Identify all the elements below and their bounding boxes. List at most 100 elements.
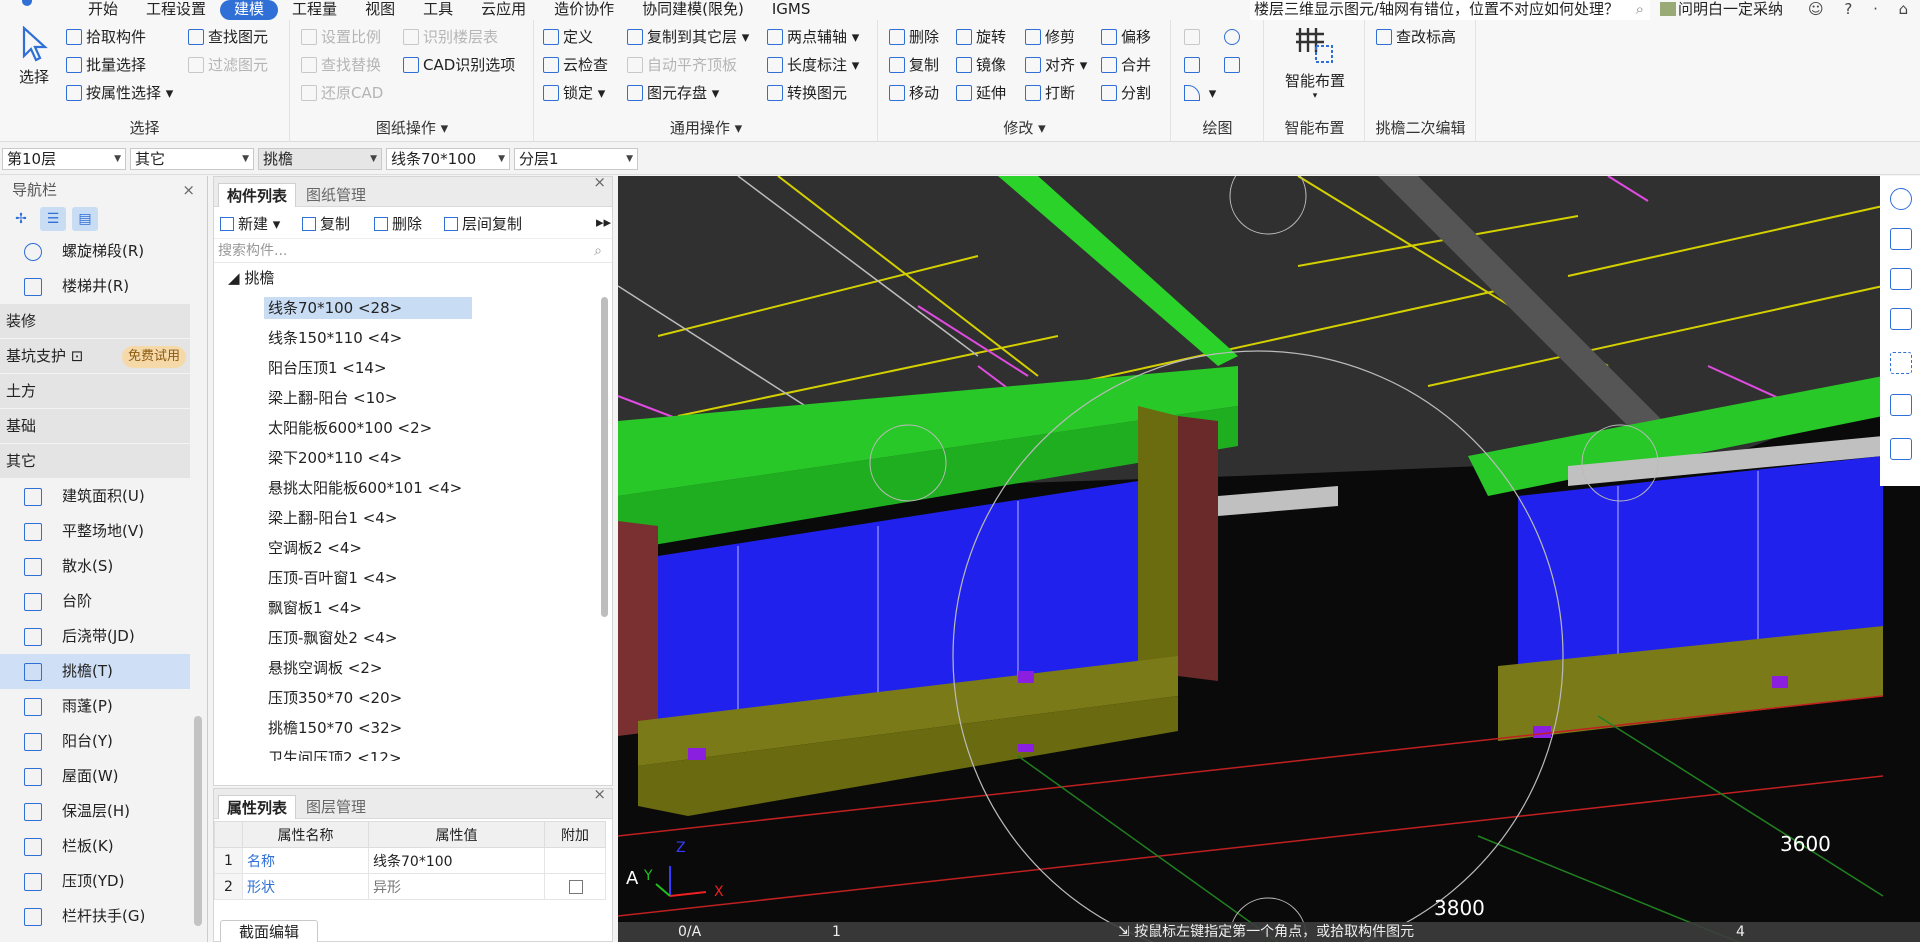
tree-item[interactable]: 梁上翻-阳台1 <4>: [214, 503, 612, 533]
nav-category-other[interactable]: 其它: [0, 444, 190, 479]
tree-item[interactable]: 梁上翻-阳台 <10>: [214, 383, 612, 413]
tree-item[interactable]: 悬挑空调板 <2>: [214, 653, 612, 683]
tree-item[interactable]: 挑檐150*70 <32>: [214, 713, 612, 743]
search-icon[interactable]: ⌕: [1636, 0, 1644, 18]
identify-floor-table-button[interactable]: 识别楼层表: [403, 26, 498, 48]
type-select[interactable]: 其它 ▼: [130, 148, 254, 170]
nav-item-balcony[interactable]: 阳台(Y): [0, 724, 190, 759]
offset-button[interactable]: 偏移: [1101, 26, 1151, 48]
nav-category-foundation[interactable]: 基础: [0, 409, 190, 444]
select-by-attr-button[interactable]: 按属性选择 ▾: [66, 82, 173, 104]
extra-checkbox[interactable]: [569, 879, 583, 894]
find-replace-button[interactable]: 查找替换: [301, 54, 381, 76]
set-scale-button[interactable]: 设置比例: [301, 26, 381, 48]
pin-icon[interactable]: ✢: [8, 207, 34, 231]
menu-start[interactable]: 开始: [74, 0, 132, 20]
two-point-axis-button[interactable]: 两点辅轴 ▾: [767, 26, 859, 48]
tree-item[interactable]: 线条150*110 <4>: [214, 323, 612, 353]
detail-view-icon[interactable]: ▤: [72, 207, 98, 231]
nav-category-decoration[interactable]: 装修: [0, 304, 190, 339]
3d-viewport[interactable]: A B 3600 3800 X Y Z 0/A 1 4 ⇲ 按鼠标左键指定第一个…: [618, 176, 1920, 942]
group-label-general[interactable]: 通用操作 ▾: [535, 117, 877, 138]
close-icon[interactable]: ×: [593, 173, 606, 191]
nav-item-post-cast-strip[interactable]: 后浇带(JD): [0, 619, 190, 654]
element-save-button[interactable]: 图元存盘 ▾: [627, 82, 719, 104]
menu-cloud[interactable]: 云应用: [467, 0, 540, 20]
component-type-select[interactable]: 挑檐 ▼: [258, 148, 382, 170]
nav-item-site-leveling[interactable]: 平整场地(V): [0, 514, 190, 549]
arc-draw-button[interactable]: ▾: [1184, 82, 1216, 104]
prop-value[interactable]: 线条70*100: [368, 847, 545, 874]
tree-item[interactable]: 飘窗板1 <4>: [214, 593, 612, 623]
layer-select[interactable]: 分层1 ▼: [514, 148, 638, 170]
tree-item[interactable]: 太阳能板600*100 <2>: [214, 413, 612, 443]
group-label-drawing[interactable]: 图纸操作 ▾: [291, 117, 533, 138]
nav-item-handrail[interactable]: 栏杆扶手(G): [0, 899, 190, 934]
nav-item-parapet[interactable]: 栏板(K): [0, 829, 190, 864]
free-trial-badge[interactable]: 免费试用: [122, 346, 187, 368]
help-search-input[interactable]: 楼层三维显示图元/轴网有错位，位置不对应如何处理？ ⌕: [1250, 0, 1650, 20]
nav-category-earthwork[interactable]: 土方: [0, 374, 190, 409]
batch-select-button[interactable]: 批量选择: [66, 54, 146, 76]
menu-tools[interactable]: 工具: [409, 0, 467, 20]
table-row[interactable]: 2 形状 异形: [214, 873, 606, 900]
mirror-button[interactable]: 镜像: [956, 54, 1006, 76]
properties-view-icon[interactable]: [1890, 438, 1912, 460]
rect-draw-button[interactable]: [1224, 54, 1244, 76]
cloud-check-button[interactable]: 云检查: [543, 54, 608, 76]
delete-component-button[interactable]: 删除: [374, 213, 422, 234]
close-icon[interactable]: ×: [593, 785, 606, 803]
nav-item-stair-well[interactable]: 楼梯井(R): [0, 269, 190, 304]
line-draw-button[interactable]: [1184, 54, 1204, 76]
tree-item[interactable]: 线条70*100 <28>: [214, 293, 612, 323]
menu-quantity[interactable]: 工程量: [278, 0, 351, 20]
tree-item[interactable]: 阳台压顶1 <14>: [214, 353, 612, 383]
find-element-button[interactable]: 查找图元: [188, 26, 268, 48]
trim-button[interactable]: 修剪: [1025, 26, 1075, 48]
more-icon[interactable]: ▸▸: [596, 213, 611, 231]
section-edit-button[interactable]: 截面编辑: [220, 920, 318, 942]
tree-item[interactable]: 悬挑太阳能板600*101 <4>: [214, 473, 612, 503]
component-scrollbar[interactable]: [601, 297, 608, 617]
menu-project-settings[interactable]: 工程设置: [132, 0, 220, 20]
3d-box-icon[interactable]: [1890, 268, 1912, 290]
break-button[interactable]: 打断: [1025, 82, 1075, 104]
list-view-icon[interactable]: ☰: [40, 207, 66, 231]
merge-button[interactable]: 合并: [1101, 54, 1151, 76]
menu-collab-modeling[interactable]: 协同建模(限免): [628, 0, 758, 20]
close-icon[interactable]: ×: [182, 176, 195, 204]
split-button[interactable]: 分割: [1101, 82, 1151, 104]
group-label-modify[interactable]: 修改 ▾: [879, 117, 1170, 138]
prop-value[interactable]: 异形: [368, 873, 545, 900]
orbit-icon[interactable]: [1890, 188, 1912, 210]
length-dimension-button[interactable]: 长度标注 ▾: [767, 54, 859, 76]
auto-align-slab-button[interactable]: 自动平齐顶板: [627, 54, 737, 76]
tree-item[interactable]: 压顶350*70 <20>: [214, 683, 612, 713]
tree-root-eave[interactable]: ◢ 挑檐: [214, 263, 612, 293]
table-row[interactable]: 1 名称 线条70*100: [214, 847, 606, 874]
floor-select[interactable]: 第10层 ▼: [2, 148, 126, 170]
convert-element-button[interactable]: 转换图元: [767, 82, 847, 104]
lock-button[interactable]: 锁定 ▾: [543, 82, 605, 104]
tree-item[interactable]: 梁下200*110 <4>: [214, 443, 612, 473]
filter-element-button[interactable]: 过滤图元: [188, 54, 268, 76]
nav-item-eave[interactable]: 挑檐(T): [0, 654, 190, 689]
prop-name[interactable]: 名称: [242, 847, 369, 874]
new-button[interactable]: 新建 ▾: [220, 213, 280, 234]
align-button[interactable]: 对齐 ▾: [1025, 54, 1087, 76]
move-button[interactable]: 移动: [889, 82, 939, 104]
circle-draw-button[interactable]: [1224, 26, 1244, 48]
layer-view-icon[interactable]: [1890, 394, 1912, 416]
nav-item-canopy[interactable]: 雨蓬(P): [0, 689, 190, 724]
nav-item-roof[interactable]: 屋面(W): [0, 759, 190, 794]
nav-category-pit-support[interactable]: 基坑支护 ⊡ 免费试用: [0, 339, 190, 374]
2d-view-icon[interactable]: [1890, 228, 1912, 250]
user-area[interactable]: 问明白一定采纳: [1660, 0, 1783, 20]
copy-component-button[interactable]: 复制: [302, 213, 350, 234]
restore-cad-button[interactable]: 还原CAD: [301, 82, 383, 104]
check-elevation-button[interactable]: 查改标高: [1376, 26, 1456, 48]
copy-button[interactable]: 复制: [889, 54, 939, 76]
tab-component-list[interactable]: 构件列表: [218, 183, 297, 207]
pick-component-button[interactable]: 拾取构件: [66, 26, 146, 48]
delete-button[interactable]: 删除: [889, 26, 939, 48]
